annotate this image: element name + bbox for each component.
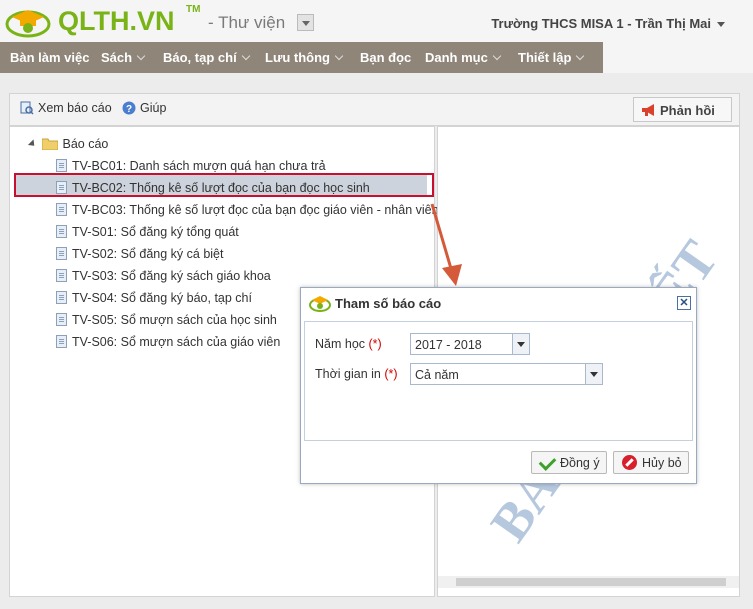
menu-thiet-lap[interactable]: Thiết lập bbox=[518, 50, 585, 65]
school-year-label: Năm học (*) bbox=[315, 337, 382, 351]
tree-item-label: TV-S06: Sổ mượn sách của giáo viên bbox=[72, 335, 281, 349]
tree-item-tv-s04[interactable]: TV-S04: Sổ đăng ký báo, tạp chí bbox=[56, 291, 252, 305]
feedback-button[interactable]: Phản hồi bbox=[633, 97, 732, 122]
ok-button[interactable]: Đồng ý bbox=[531, 451, 607, 474]
menu-label: Báo, tạp chí bbox=[163, 50, 237, 65]
menu-bao-tap-chi[interactable]: Báo, tạp chí bbox=[163, 50, 250, 65]
tree-item-label: TV-S01: Sổ đăng ký tổng quát bbox=[72, 225, 239, 239]
chevron-down-icon bbox=[136, 51, 146, 61]
report-doc-icon bbox=[56, 203, 67, 216]
view-report-label: Xem báo cáo bbox=[38, 101, 112, 115]
view-report-icon bbox=[20, 101, 34, 115]
report-toolbar: Xem báo cáo ? Giúp Phản hồi bbox=[9, 93, 740, 126]
tree-root-label: Báo cáo bbox=[62, 137, 109, 151]
horizontal-scrollbar[interactable] bbox=[438, 576, 739, 588]
chevron-down-icon[interactable] bbox=[512, 334, 529, 354]
app-header: QLTH.VN TM - Thư viện Trường THCS MISA 1… bbox=[0, 0, 753, 42]
report-doc-icon bbox=[56, 313, 67, 326]
brand-name[interactable]: QLTH.VN bbox=[58, 6, 175, 37]
menu-label: Bàn làm việc bbox=[10, 50, 90, 65]
tree-item-label: TV-S05: Sổ mượn sách của học sinh bbox=[72, 313, 277, 327]
help-button[interactable]: ? Giúp bbox=[122, 101, 166, 115]
menu-label: Bạn đọc bbox=[360, 50, 412, 65]
required-mark: (*) bbox=[368, 337, 382, 351]
menu-danh-muc[interactable]: Danh mục bbox=[425, 50, 502, 65]
chevron-down-icon bbox=[241, 51, 250, 61]
tree-item-label: TV-S02: Sổ đăng ký cá biệt bbox=[72, 247, 224, 261]
dialog-logo-icon bbox=[309, 296, 331, 312]
tree-item-tv-bc01[interactable]: TV-BC01: Danh sách mượn quá hạn chưa trả bbox=[56, 159, 326, 173]
folder-icon bbox=[41, 138, 59, 151]
menu-sach[interactable]: Sách bbox=[101, 50, 146, 65]
school-year-select[interactable]: 2017 - 2018 bbox=[410, 333, 530, 355]
menu-label: Thiết lập bbox=[518, 50, 572, 65]
menu-label: Danh mục bbox=[425, 50, 488, 65]
tree-item-label: TV-BC01: Danh sách mượn quá hạn chưa trả bbox=[72, 159, 326, 173]
menu-ban-doc[interactable]: Bạn đọc bbox=[360, 50, 411, 65]
print-time-label-text: Thời gian in bbox=[315, 367, 381, 381]
module-switch-dropdown[interactable] bbox=[297, 14, 314, 31]
dialog-close-button[interactable]: ✕ bbox=[677, 296, 691, 310]
tree-item-label: TV-S03: Sổ đăng ký sách giáo khoa bbox=[72, 269, 271, 283]
cancel-label: Hủy bỏ bbox=[642, 456, 682, 470]
report-doc-icon bbox=[56, 335, 67, 348]
chevron-down-icon bbox=[492, 51, 502, 61]
dialog-footer: Đồng ý Hủy bỏ bbox=[304, 442, 693, 480]
annotation-highlight-box bbox=[14, 173, 434, 197]
ok-label: Đồng ý bbox=[560, 456, 600, 470]
view-report-button[interactable]: Xem báo cáo bbox=[20, 101, 112, 115]
module-name: - Thư viện bbox=[208, 13, 286, 32]
help-label: Giúp bbox=[140, 101, 167, 115]
main-menu-bar: Bàn làm việc Sách Báo, tạp chí Lưu thông… bbox=[0, 42, 603, 73]
report-doc-icon bbox=[56, 225, 67, 238]
cancel-button[interactable]: Hủy bỏ bbox=[613, 451, 689, 474]
scrollbar-thumb[interactable] bbox=[456, 578, 726, 586]
expand-triangle-icon[interactable] bbox=[27, 139, 38, 149]
cancel-icon bbox=[622, 455, 637, 470]
school-year-label-text: Năm học bbox=[315, 337, 366, 351]
report-doc-icon bbox=[56, 291, 67, 304]
tree-item-tv-bc03[interactable]: TV-BC03: Thống kê số lượt đọc của bạn đọ… bbox=[56, 203, 439, 217]
required-mark: (*) bbox=[384, 367, 398, 381]
print-time-select[interactable]: Cả năm bbox=[410, 363, 603, 385]
trademark-mark: TM bbox=[186, 4, 201, 15]
print-time-label: Thời gian in (*) bbox=[315, 367, 398, 381]
tree-root-bao-cao[interactable]: Báo cáo bbox=[27, 137, 109, 151]
feedback-label: Phản hồi bbox=[660, 103, 715, 118]
report-doc-icon bbox=[56, 159, 67, 172]
chevron-down-icon bbox=[576, 51, 585, 61]
graduation-cap-logo-icon bbox=[5, 10, 51, 38]
tree-item-tv-s06[interactable]: TV-S06: Sổ mượn sách của giáo viên bbox=[56, 335, 280, 349]
tree-item-tv-s01[interactable]: TV-S01: Sổ đăng ký tổng quát bbox=[56, 225, 239, 239]
chevron-down-icon[interactable] bbox=[585, 364, 602, 384]
dialog-title: Tham số báo cáo bbox=[335, 296, 442, 311]
menu-luu-thong[interactable]: Lưu thông bbox=[265, 50, 344, 65]
tree-item-tv-s03[interactable]: TV-S03: Sổ đăng ký sách giáo khoa bbox=[56, 269, 271, 283]
svg-text:?: ? bbox=[126, 104, 132, 115]
chevron-down-icon bbox=[334, 51, 344, 61]
tree-item-label: TV-S04: Sổ đăng ký báo, tạp chí bbox=[72, 291, 252, 305]
menu-label: Sách bbox=[101, 50, 133, 65]
tree-item-label: TV-BC03: Thống kê số lượt đọc của bạn đọ… bbox=[72, 203, 439, 217]
report-doc-icon bbox=[56, 247, 67, 260]
megaphone-icon bbox=[642, 104, 654, 116]
dialog-form: Năm học (*) 2017 - 2018 Thời gian in (*)… bbox=[304, 321, 693, 441]
tree-item-tv-s02[interactable]: TV-S02: Sổ đăng ký cá biệt bbox=[56, 247, 223, 261]
menu-label: Lưu thông bbox=[265, 50, 330, 65]
report-doc-icon bbox=[56, 269, 67, 282]
menu-ban-lam-viec[interactable]: Bàn làm việc bbox=[10, 50, 90, 65]
user-menu-caret-icon[interactable] bbox=[717, 22, 725, 27]
school-year-value: 2017 - 2018 bbox=[415, 338, 482, 352]
menu-bar-spacer bbox=[603, 42, 753, 73]
report-params-dialog: Tham số báo cáo ✕ Năm học (*) 2017 - 201… bbox=[300, 287, 697, 484]
print-time-value: Cả năm bbox=[415, 368, 459, 382]
tree-item-tv-s05[interactable]: TV-S05: Sổ mượn sách của học sinh bbox=[56, 313, 277, 327]
check-icon bbox=[538, 453, 557, 471]
user-menu[interactable]: Trường THCS MISA 1 - Trần Thị Mai bbox=[491, 16, 711, 31]
help-icon: ? bbox=[122, 101, 136, 115]
